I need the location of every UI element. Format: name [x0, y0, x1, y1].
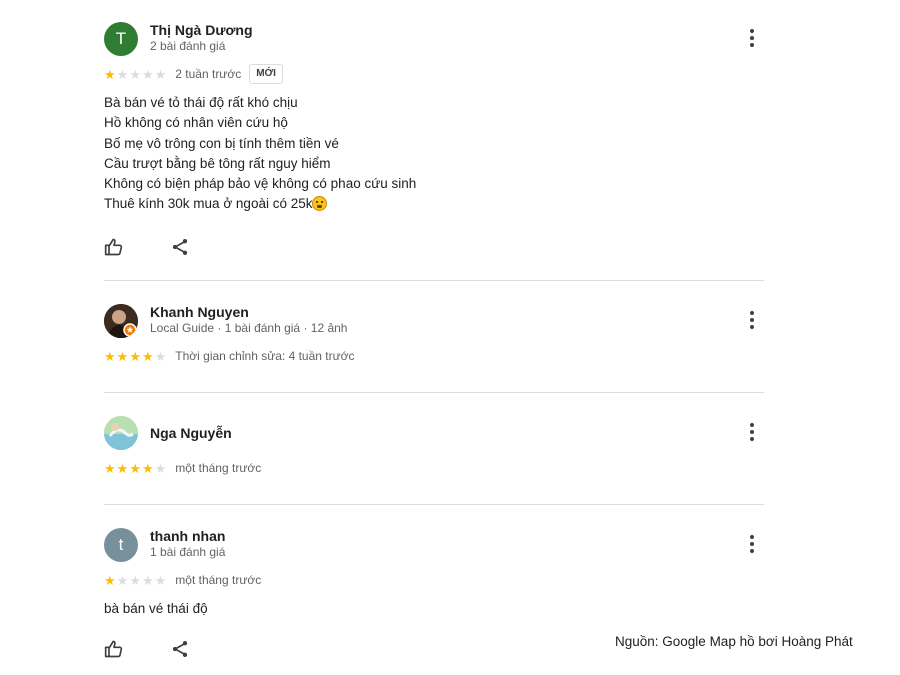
- more-vert-icon[interactable]: [744, 308, 760, 332]
- star-icon: ★: [104, 460, 116, 476]
- review-line: bà bán vé thái độ: [104, 601, 208, 616]
- like-button[interactable]: [104, 235, 170, 259]
- reviewer-name[interactable]: thanh nhan: [150, 528, 225, 545]
- avatar[interactable]: [104, 416, 138, 450]
- star-icon: ★: [154, 348, 167, 364]
- review-header: Khanh Nguyen Local Guide · 1 bài đánh gi…: [104, 304, 764, 338]
- avatar[interactable]: [104, 304, 138, 338]
- source-caption: Nguồn: Google Map hồ bơi Hoàng Phát: [615, 634, 853, 649]
- thumb-up-icon: [104, 238, 123, 256]
- review-line: Cầu trượt bằng bê tông rất nguy hiểm: [104, 155, 331, 171]
- star-icon: ★: [104, 66, 116, 82]
- star-icon: ★: [154, 572, 167, 588]
- reviewer-name[interactable]: Khanh Nguyen: [150, 304, 347, 321]
- star-icon: ★: [129, 572, 141, 588]
- rating-row: ★ ★ ★ ★ ★ Thời gian chỉnh sửa: 4 tuần trước: [104, 346, 764, 366]
- star-icon: ★: [141, 460, 154, 476]
- review-header: T Thị Ngà Dương 2 bài đánh giá: [104, 22, 764, 56]
- star-icon: ★: [154, 460, 167, 476]
- star-icon: ★: [129, 348, 141, 364]
- reviewer-meta: Local Guide · 1 bài đánh giá · 12 ảnh: [150, 321, 348, 335]
- star-icon: ★: [104, 572, 116, 588]
- review-time: một tháng trước: [175, 573, 262, 587]
- star-rating: ★ ★ ★ ★ ★: [104, 574, 166, 587]
- review-header: Nga Nguyễn: [104, 416, 764, 450]
- avatar-letter: T: [115, 29, 127, 48]
- review-card: Nga Nguyễn ★ ★ ★ ★ ★ một tháng trước: [104, 416, 764, 478]
- review-line-text: Thuê kính 30k mua ở ngoài có 25k: [104, 196, 313, 212]
- thumb-up-icon: [104, 640, 123, 658]
- star-icon: ★: [116, 460, 129, 476]
- star-icon: ★: [141, 572, 154, 588]
- review-line: Bà bán vé tỏ thái độ rất khó chịu: [104, 95, 298, 110]
- review-text: bà bán vé thái độ: [104, 599, 764, 619]
- share-icon: [172, 641, 188, 658]
- rating-row: ★ ★ ★ ★ ★ một tháng trước: [104, 570, 764, 590]
- review-time: 2 tuần trước: [175, 67, 242, 81]
- profile-photo-icon: [104, 416, 138, 450]
- star-icon: ★: [129, 460, 141, 476]
- like-button[interactable]: [104, 637, 170, 661]
- reviewer-info: Nga Nguyễn: [150, 425, 232, 442]
- avatar[interactable]: t: [104, 528, 138, 562]
- share-button[interactable]: [170, 637, 236, 661]
- star-icon: ★: [104, 348, 116, 364]
- review-time: Thời gian chỉnh sửa: 4 tuần trước: [175, 349, 355, 363]
- star-rating: ★ ★ ★ ★ ★: [104, 462, 166, 475]
- share-button[interactable]: [170, 235, 236, 259]
- review-line: Thuê kính 30k mua ở ngoài có 25k: [104, 194, 764, 214]
- face-with-steam-icon: [312, 196, 328, 212]
- review-line: Hồ không có nhân viên cứu hộ: [104, 115, 288, 131]
- review-time: một tháng trước: [175, 461, 262, 475]
- more-vert-icon[interactable]: [744, 26, 760, 50]
- star-rating: ★ ★ ★ ★ ★: [104, 350, 166, 363]
- review-actions: [104, 235, 764, 259]
- review-line: Bố mẹ vô trông con bị tính thêm tiền vé: [104, 135, 339, 151]
- review-card: T Thị Ngà Dương 2 bài đánh giá ★ ★ ★ ★ ★ 2 t…: [104, 22, 764, 259]
- star-icon: ★: [116, 66, 129, 82]
- profile-photo-icon: [104, 304, 138, 338]
- more-vert-icon[interactable]: [744, 532, 760, 556]
- star-icon: ★: [141, 66, 154, 82]
- reviewer-name[interactable]: Nga Nguyễn: [150, 425, 232, 442]
- star-icon: ★: [141, 348, 154, 364]
- avatar[interactable]: T: [104, 22, 138, 56]
- reviewer-meta: 1 bài đánh giá: [150, 545, 226, 559]
- star-icon: ★: [116, 572, 129, 588]
- review-line: Không có biện pháp bảo vệ không có phao …: [104, 176, 417, 192]
- reviewer-info: Khanh Nguyen Local Guide · 1 bài đánh gi…: [150, 304, 347, 336]
- reviewer-meta: 2 bài đánh giá: [150, 39, 226, 53]
- rating-row: ★ ★ ★ ★ ★ 2 tuần trước MỚI: [104, 64, 764, 84]
- reviewer-info: Thị Ngà Dương 2 bài đánh giá: [150, 22, 253, 54]
- avatar-letter: t: [118, 535, 124, 554]
- star-icon: ★: [116, 348, 129, 364]
- star-rating: ★ ★ ★ ★ ★: [104, 68, 166, 81]
- new-badge: MỚI: [249, 64, 283, 84]
- divider: [104, 504, 764, 505]
- review-header: t thanh nhan 1 bài đánh giá: [104, 528, 764, 562]
- reviewer-info: thanh nhan 1 bài đánh giá: [150, 528, 225, 560]
- more-vert-icon[interactable]: [744, 420, 760, 444]
- rating-row: ★ ★ ★ ★ ★ một tháng trước: [104, 458, 764, 478]
- divider: [104, 392, 764, 393]
- share-icon: [172, 238, 188, 255]
- divider: [104, 280, 764, 281]
- star-icon: ★: [129, 66, 141, 82]
- star-icon: ★: [154, 66, 167, 82]
- reviewer-name[interactable]: Thị Ngà Dương: [150, 22, 253, 39]
- review-text: Bà bán vé tỏ thái độ rất khó chịu Hồ khô…: [104, 93, 764, 215]
- review-card: Khanh Nguyen Local Guide · 1 bài đánh gi…: [104, 304, 764, 366]
